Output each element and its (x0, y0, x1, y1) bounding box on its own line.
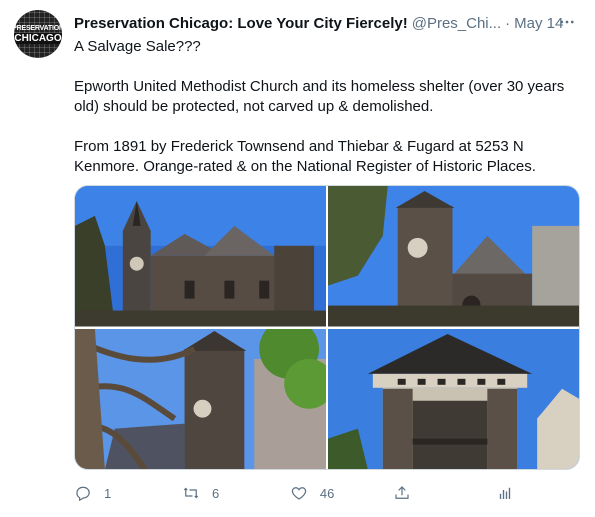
church-photo-4[interactable] (328, 328, 579, 469)
tweet-header: Preservation Chicago: Love Your City Fie… (74, 13, 579, 33)
tweet-actions: 1 6 46 (74, 482, 514, 504)
like-count: 46 (319, 485, 335, 501)
reply-count: 1 (104, 485, 112, 501)
avatar-text-line1: PRESERVATION (14, 24, 62, 32)
tweet-paragraph: From 1891 by Frederick Townsend and Thie… (74, 138, 536, 175)
author-name[interactable]: Preservation Chicago: Love Your City Fie… (74, 15, 408, 32)
tweet[interactable]: PRESERVATION CHICAGO Preservation Chicag… (0, 0, 595, 517)
tweet-paragraph: Epworth United Methodist Church and its … (74, 78, 565, 115)
retweet-icon (183, 487, 199, 499)
retweet-count: 6 (211, 485, 220, 501)
church-photo-3[interactable] (75, 328, 326, 469)
church-photo-2[interactable] (328, 186, 579, 327)
tweet-date[interactable]: May 14 (514, 15, 563, 32)
more-options-button[interactable] (557, 12, 577, 32)
analytics-button[interactable] (496, 484, 514, 502)
avatar-text-line2: CHICAGO (14, 32, 62, 44)
retweet-button[interactable]: 6 (182, 484, 290, 502)
share-button[interactable] (393, 484, 496, 502)
tweet-text: A Salvage Sale??? Epworth United Methodi… (74, 37, 579, 177)
reply-button[interactable]: 1 (74, 484, 182, 502)
share-icon (395, 486, 409, 499)
media-grid (74, 185, 580, 470)
more-icon (560, 20, 574, 24)
like-button[interactable]: 46 (290, 484, 393, 502)
reply-icon (76, 486, 90, 502)
avatar[interactable]: PRESERVATION CHICAGO (14, 10, 62, 58)
tweet-paragraph: A Salvage Sale??? (74, 38, 201, 55)
church-photo-1[interactable] (75, 186, 326, 327)
author-handle[interactable]: @Pres_Chi... (412, 15, 501, 32)
analytics-icon (499, 487, 511, 499)
separator-dot: · (505, 14, 511, 32)
like-icon (291, 487, 307, 500)
